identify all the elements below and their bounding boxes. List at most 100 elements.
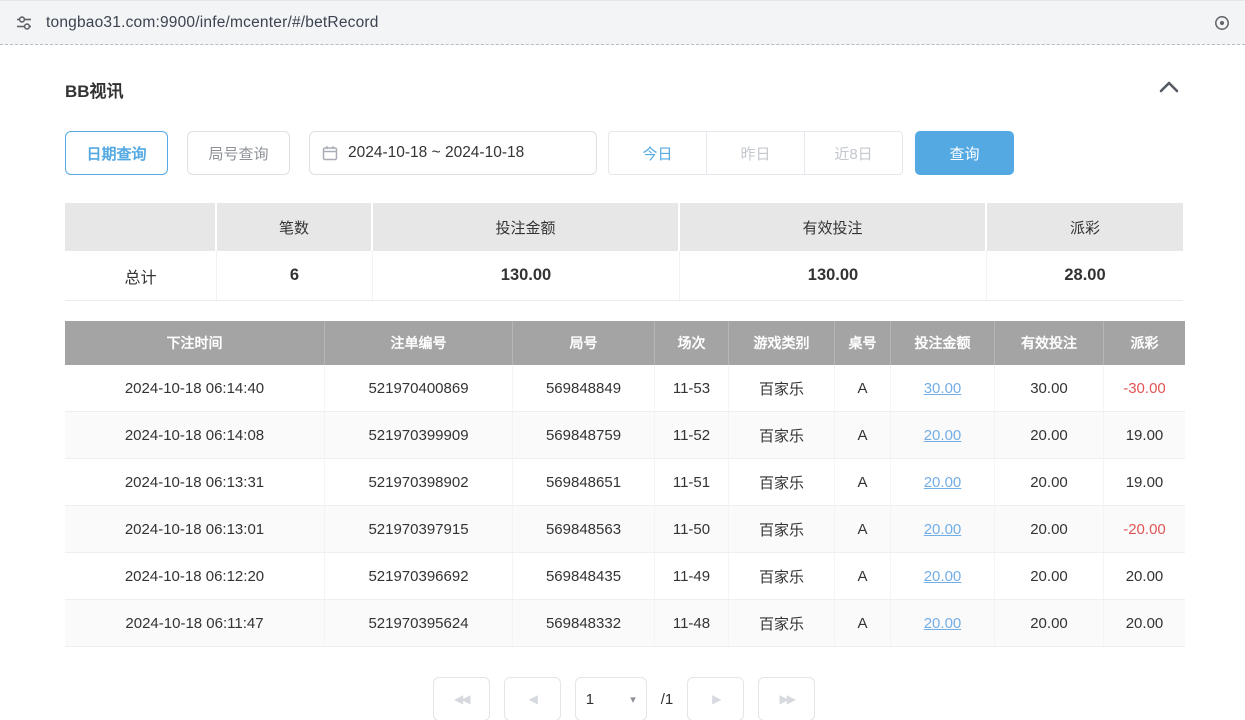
- quick-range-yesterday[interactable]: 昨日: [706, 131, 805, 175]
- bet-amount-link[interactable]: 20.00: [924, 427, 962, 444]
- cell-table-no: A: [835, 600, 891, 646]
- quick-range-today[interactable]: 今日: [608, 131, 707, 175]
- cell-payout: 19.00: [1104, 412, 1185, 458]
- cell-bet-time: 2024-10-18 06:14:40: [65, 365, 325, 411]
- collapse-panel-button[interactable]: [1155, 78, 1183, 100]
- summary-header-row: 笔数 投注金额 有效投注 派彩: [65, 203, 1183, 251]
- cell-bet-time: 2024-10-18 06:14:08: [65, 412, 325, 458]
- cell-round-no: 569848563: [513, 506, 655, 552]
- summary-header-valid-bet: 有效投注: [680, 203, 987, 251]
- total-pages-label: /1: [661, 691, 674, 708]
- cell-session: 11-48: [655, 600, 729, 646]
- cell-round-no: 569848651: [513, 459, 655, 505]
- table-row: 2024-10-18 06:13:01 521970397915 5698485…: [65, 506, 1185, 553]
- cell-payout: 19.00: [1104, 459, 1185, 505]
- cell-valid-bet: 20.00: [995, 459, 1104, 505]
- summary-header-bet-amount: 投注金额: [373, 203, 680, 251]
- cell-table-no: A: [835, 412, 891, 458]
- header-order-no: 注单编号: [325, 321, 513, 365]
- date-range-picker[interactable]: 2024-10-18 ~ 2024-10-18: [309, 131, 597, 175]
- summary-header-empty: [65, 203, 217, 251]
- page-title: BB视讯: [65, 77, 124, 102]
- prev-page-button[interactable]: ◀: [504, 677, 561, 720]
- header-session: 场次: [655, 321, 729, 365]
- round-query-tab[interactable]: 局号查询: [187, 131, 290, 175]
- double-right-arrow-icon: ▶▶: [780, 692, 794, 706]
- calendar-icon: [322, 145, 338, 161]
- cell-bet-time: 2024-10-18 06:11:47: [65, 600, 325, 646]
- panel-header: BB视讯: [65, 77, 1183, 101]
- bet-amount-link[interactable]: 20.00: [924, 615, 962, 632]
- cell-session: 11-49: [655, 553, 729, 599]
- bet-table-body: 2024-10-18 06:14:40 521970400869 5698488…: [65, 365, 1185, 647]
- cell-valid-bet: 20.00: [995, 412, 1104, 458]
- browser-action-icon[interactable]: [1213, 14, 1231, 32]
- bet-record-page: BB视讯 日期查询 局号查询 2024-10-18 ~ 2024-10-18: [0, 77, 1245, 720]
- chevron-down-icon: ▾: [630, 693, 636, 706]
- cell-bet-amount: 20.00: [891, 506, 995, 552]
- bet-amount-link[interactable]: 20.00: [924, 474, 962, 491]
- bet-amount-link[interactable]: 20.00: [924, 521, 962, 538]
- quick-range-group: 今日 昨日 近8日: [608, 131, 903, 175]
- cell-bet-amount: 20.00: [891, 459, 995, 505]
- site-settings-icon[interactable]: [14, 13, 34, 33]
- cell-round-no: 569848332: [513, 600, 655, 646]
- current-page-value: 1: [586, 691, 594, 708]
- chevron-up-icon: [1159, 80, 1179, 98]
- cell-table-no: A: [835, 365, 891, 411]
- left-arrow-icon: ◀: [529, 692, 536, 706]
- cell-order-no: 521970396692: [325, 553, 513, 599]
- cell-game-type: 百家乐: [729, 412, 835, 458]
- cell-order-no: 521970400869: [325, 365, 513, 411]
- bet-amount-link[interactable]: 20.00: [924, 568, 962, 585]
- cell-game-type: 百家乐: [729, 600, 835, 646]
- cell-game-type: 百家乐: [729, 553, 835, 599]
- quick-range-last8days[interactable]: 近8日: [804, 131, 903, 175]
- cell-valid-bet: 20.00: [995, 506, 1104, 552]
- summary-total-payout: 28.00: [987, 251, 1183, 300]
- table-row: 2024-10-18 06:12:20 521970396692 5698484…: [65, 553, 1185, 600]
- cell-game-type: 百家乐: [729, 365, 835, 411]
- pagination: ◀◀ ◀ 1 ▾ /1 ▶ ▶▶: [65, 677, 1183, 720]
- first-page-button[interactable]: ◀◀: [433, 677, 490, 720]
- page-number-select[interactable]: 1 ▾: [575, 677, 647, 720]
- cell-session: 11-51: [655, 459, 729, 505]
- cell-bet-time: 2024-10-18 06:13:01: [65, 506, 325, 552]
- table-row: 2024-10-18 06:14:40 521970400869 5698488…: [65, 365, 1185, 412]
- header-bet-time: 下注时间: [65, 321, 325, 365]
- cell-round-no: 569848435: [513, 553, 655, 599]
- cell-valid-bet: 30.00: [995, 365, 1104, 411]
- bet-amount-link[interactable]: 30.00: [924, 380, 962, 397]
- cell-valid-bet: 20.00: [995, 600, 1104, 646]
- summary-header-count: 笔数: [217, 203, 373, 251]
- table-row: 2024-10-18 06:14:08 521970399909 5698487…: [65, 412, 1185, 459]
- table-header-row: 下注时间 注单编号 局号 场次 游戏类别 桌号 投注金额 有效投注 派彩: [65, 321, 1185, 365]
- header-bet-amount: 投注金额: [891, 321, 995, 365]
- header-game-type: 游戏类别: [729, 321, 835, 365]
- cell-bet-amount: 20.00: [891, 412, 995, 458]
- cell-table-no: A: [835, 459, 891, 505]
- double-left-arrow-icon: ◀◀: [454, 692, 468, 706]
- cell-order-no: 521970395624: [325, 600, 513, 646]
- browser-address-bar: tongbao31.com:9900/infe/mcenter/#/betRec…: [0, 0, 1245, 45]
- last-page-button[interactable]: ▶▶: [758, 677, 815, 720]
- cell-round-no: 569848849: [513, 365, 655, 411]
- cell-bet-amount: 20.00: [891, 553, 995, 599]
- summary-total-bet-amount: 130.00: [373, 251, 680, 300]
- summary-header-payout: 派彩: [987, 203, 1183, 251]
- cell-table-no: A: [835, 506, 891, 552]
- cell-order-no: 521970399909: [325, 412, 513, 458]
- cell-order-no: 521970398902: [325, 459, 513, 505]
- filter-toolbar: 日期查询 局号查询 2024-10-18 ~ 2024-10-18 今日 昨日 …: [65, 131, 1183, 175]
- cell-valid-bet: 20.00: [995, 553, 1104, 599]
- cell-payout: -30.00: [1104, 365, 1185, 411]
- cell-payout: 20.00: [1104, 553, 1185, 599]
- search-button[interactable]: 查询: [915, 131, 1014, 175]
- header-payout: 派彩: [1104, 321, 1185, 365]
- address-bar-url[interactable]: tongbao31.com:9900/infe/mcenter/#/betRec…: [46, 14, 1205, 32]
- date-query-tab[interactable]: 日期查询: [65, 131, 168, 175]
- cell-bet-amount: 20.00: [891, 600, 995, 646]
- summary-total-label: 总计: [65, 251, 217, 300]
- cell-table-no: A: [835, 553, 891, 599]
- next-page-button[interactable]: ▶: [687, 677, 744, 720]
